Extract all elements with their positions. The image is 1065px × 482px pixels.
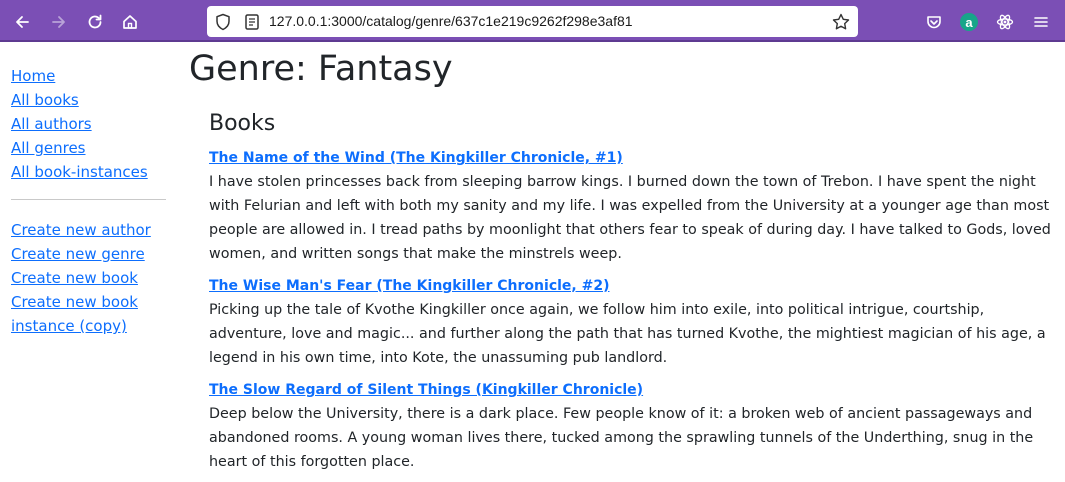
home-icon[interactable] <box>115 7 145 37</box>
sidebar-link-all-book-instances[interactable]: All book-instances <box>11 160 171 184</box>
react-devtools-icon[interactable] <box>990 7 1020 37</box>
sidebar-divider <box>11 199 166 200</box>
sidebar-nav: Home All books All authors All genres Al… <box>11 64 171 338</box>
page-info-icon[interactable] <box>242 12 262 32</box>
bookmark-star-icon[interactable] <box>831 12 851 32</box>
sidebar-link-home[interactable]: Home <box>11 64 171 88</box>
page-title: Genre: Fantasy <box>189 49 453 89</box>
menu-icon[interactable] <box>1026 7 1056 37</box>
sidebar-link-all-books[interactable]: All books <box>11 88 171 112</box>
book-title-link[interactable]: The Name of the Wind (The Kingkiller Chr… <box>209 146 1059 170</box>
book-title-link[interactable]: The Wise Man's Fear (The Kingkiller Chro… <box>209 274 1059 298</box>
sidebar-link-create-genre[interactable]: Create new genre <box>11 242 171 266</box>
sidebar-link-all-authors[interactable]: All authors <box>11 112 171 136</box>
book-item: The Wise Man's Fear (The Kingkiller Chro… <box>209 274 1059 370</box>
url-bar[interactable]: 127.0.0.1:3000/catalog/genre/637c1e219c9… <box>207 6 858 37</box>
book-item: The Name of the Wind (The Kingkiller Chr… <box>209 146 1059 266</box>
reload-icon[interactable] <box>80 7 110 37</box>
sidebar-link-all-genres[interactable]: All genres <box>11 136 171 160</box>
sidebar-link-create-book-instance[interactable]: Create new book instance (copy) <box>11 290 146 338</box>
book-title-link[interactable]: The Slow Regard of Silent Things (Kingki… <box>209 378 1059 402</box>
pocket-icon[interactable] <box>919 7 949 37</box>
browser-toolbar: 127.0.0.1:3000/catalog/genre/637c1e219c9… <box>0 0 1065 42</box>
book-summary: Deep below the University, there is a da… <box>209 406 1034 470</box>
forward-icon[interactable] <box>44 7 74 37</box>
book-summary: Picking up the tale of Kvothe Kingkiller… <box>209 302 1046 366</box>
shield-icon[interactable] <box>213 12 233 32</box>
extension-avatar-icon[interactable]: a <box>954 7 984 37</box>
back-icon[interactable] <box>7 7 37 37</box>
books-section: Books The Name of the Wind (The Kingkill… <box>209 110 1059 482</box>
sidebar-link-create-book[interactable]: Create new book <box>11 266 171 290</box>
extension-avatar-letter: a <box>960 13 978 31</box>
book-item: The Slow Regard of Silent Things (Kingki… <box>209 378 1059 474</box>
books-heading: Books <box>209 111 276 136</box>
sidebar-link-create-author[interactable]: Create new author <box>11 218 171 242</box>
book-summary: I have stolen princesses back from sleep… <box>209 174 1051 262</box>
url-text[interactable]: 127.0.0.1:3000/catalog/genre/637c1e219c9… <box>269 13 633 29</box>
